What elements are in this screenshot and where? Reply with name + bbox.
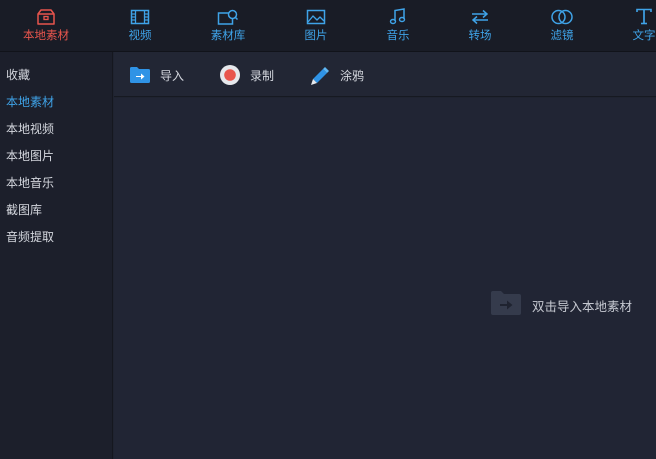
folder-box-icon	[36, 8, 56, 25]
doodle-label: 涂鸦	[340, 68, 365, 83]
tab-image[interactable]: 图片	[300, 0, 332, 52]
tab-label: 视频	[128, 28, 152, 42]
tab-label: 滤镜	[550, 28, 574, 42]
sidebar: 收藏 本地素材 本地视频 本地图片 本地音乐 截图库 音频提取	[0, 52, 113, 459]
tab-local-media[interactable]: 本地素材	[18, 0, 74, 52]
tab-label: 音乐	[386, 28, 410, 42]
sidebar-item-screenshots[interactable]: 截图库	[6, 202, 42, 218]
import-label: 导入	[160, 68, 185, 83]
toolbar: 导入 录制 涂鸦	[114, 52, 656, 97]
tab-label: 文字	[632, 28, 656, 42]
tab-label: 素材库	[210, 28, 246, 42]
tab-label: 转场	[468, 28, 492, 42]
tab-label: 本地素材	[23, 28, 69, 42]
tab-text[interactable]: 文字	[628, 0, 656, 52]
transition-arrows-icon	[470, 8, 490, 25]
tab-label: 图片	[304, 28, 328, 42]
record-icon	[219, 64, 241, 86]
image-icon	[306, 8, 326, 25]
sidebar-item-local-video[interactable]: 本地视频	[6, 121, 54, 137]
sidebar-item-local-media[interactable]: 本地素材	[6, 94, 54, 110]
film-icon	[130, 8, 150, 25]
tab-filter[interactable]: 滤镜	[546, 0, 578, 52]
doodle-button[interactable]: 涂鸦	[309, 64, 364, 86]
sidebar-item-local-images[interactable]: 本地图片	[6, 148, 54, 164]
empty-hint-label: 双击导入本地素材	[532, 298, 633, 314]
text-icon	[635, 8, 653, 25]
filter-circles-icon	[550, 8, 574, 25]
tab-music[interactable]: 音乐	[382, 0, 414, 52]
tab-transition[interactable]: 转场	[464, 0, 496, 52]
library-icon	[217, 8, 239, 25]
tab-library[interactable]: 素材库	[204, 0, 252, 52]
record-label: 录制	[250, 68, 275, 83]
tab-video[interactable]: 视频	[122, 0, 158, 52]
top-nav: 本地素材 视频 素材库 图片 音乐 转场 滤镜 文字	[0, 0, 656, 52]
empty-import-hint[interactable]: 双击导入本地素材	[490, 290, 632, 320]
sidebar-item-local-music[interactable]: 本地音乐	[6, 175, 54, 191]
media-area[interactable]: 双击导入本地素材	[114, 98, 656, 459]
import-button[interactable]: 导入	[129, 64, 184, 86]
folder-import-icon	[129, 64, 151, 86]
music-note-icon	[389, 8, 407, 25]
record-button[interactable]: 录制	[219, 64, 274, 86]
sidebar-item-favorites[interactable]: 收藏	[6, 67, 30, 83]
pencil-icon	[309, 64, 331, 86]
sidebar-item-audio-extract[interactable]: 音频提取	[6, 229, 54, 245]
folder-import-icon	[490, 290, 522, 320]
